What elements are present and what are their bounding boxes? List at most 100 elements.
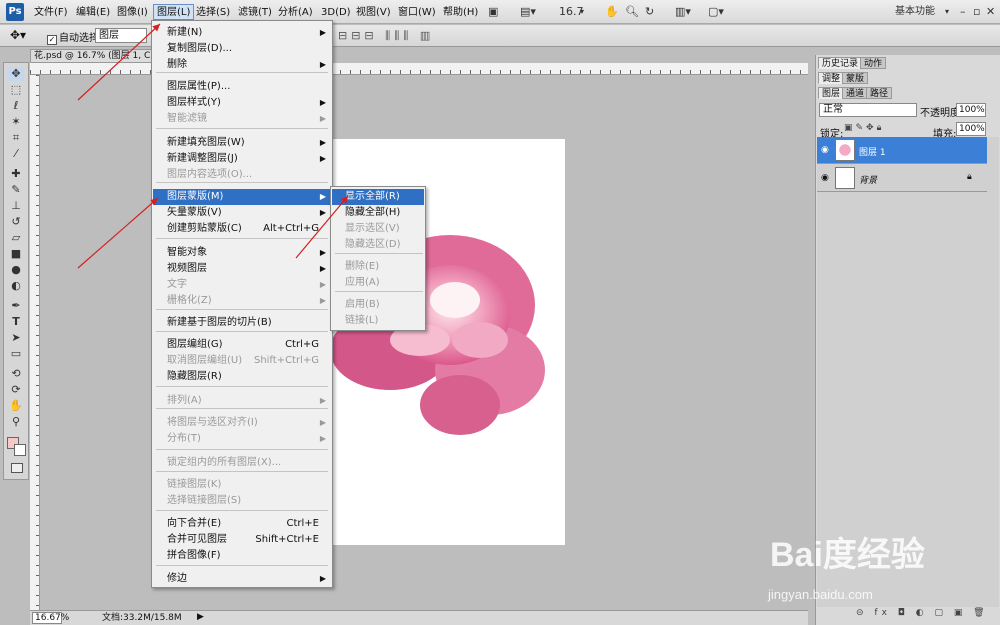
layer-menu-item[interactable]: 修边 ▶ (153, 571, 331, 587)
menu-item-label: 图层属性(P)... (167, 81, 231, 92)
layer-name[interactable]: 图层 1 (859, 145, 886, 158)
menu-view[interactable]: 视图(V) (353, 5, 394, 21)
submenu-arrow-icon: ▶ (319, 98, 326, 107)
arrange-documents-icon[interactable]: ▥▾ (675, 4, 691, 20)
auto-select-checkbox[interactable]: ✓ (47, 35, 57, 45)
layer-menu-item[interactable]: 向下合并(E) Ctrl+E (153, 516, 331, 532)
move-tool-preset-icon[interactable]: ✥▾ (10, 28, 26, 42)
eyedropper-tool-icon[interactable]: ⁄ (8, 147, 24, 161)
clone-stamp-tool-icon[interactable]: ⊥ (8, 199, 24, 213)
auto-select-target-select[interactable]: 图层 (95, 28, 147, 43)
menu-help[interactable]: 帮助(H) (440, 5, 481, 21)
shape-tool-icon[interactable]: ▭ (8, 347, 24, 361)
layer-menu-item[interactable]: 智能对象 ▶ (153, 245, 331, 261)
menu-3d[interactable]: 3D(D) (318, 5, 354, 21)
zoom-tool-icon[interactable]: 🔍︎ (625, 4, 639, 20)
layer-menu-item[interactable]: 拼合图像(F) (153, 548, 331, 564)
mask-submenu-item[interactable]: 显示全部(R) (332, 189, 424, 205)
history-brush-tool-icon[interactable]: ↺ (8, 215, 24, 229)
hand-tool-icon[interactable]: ✋ (8, 399, 24, 413)
tab-masks[interactable]: 蒙版 (842, 72, 869, 84)
brush-tool-icon[interactable]: ✎ (8, 183, 24, 197)
crop-tool-icon[interactable]: ⌗ (8, 131, 24, 145)
hand-tool-icon[interactable]: ✋ (605, 4, 619, 20)
minimize-icon[interactable]: – (960, 4, 966, 20)
menu-item-label: 排列(A) (167, 395, 202, 406)
zoom-field[interactable]: 16.67% (32, 612, 69, 624)
layer-menu-item[interactable]: 新建填充图层(W) ▶ (153, 135, 331, 151)
visibility-eye-icon[interactable]: ◉ (821, 145, 831, 155)
layer-menu-item[interactable]: 图层蒙版(M) ▶ (153, 189, 331, 205)
document-tab[interactable]: 花.psd @ 16.7% (图层 1, CMYK/8) (30, 49, 155, 63)
menu-analysis[interactable]: 分析(A) (275, 5, 316, 21)
layer-menu-item[interactable]: 创建剪贴蒙版(C) Alt+Ctrl+G (153, 221, 331, 237)
healing-brush-tool-icon[interactable]: ✚ (8, 167, 24, 181)
layer-menu-item[interactable]: 隐藏图层(R) (153, 369, 331, 385)
view-extras-icon[interactable]: ▤▾ (520, 4, 536, 20)
menu-image[interactable]: 图像(I) (114, 5, 151, 21)
move-tool-icon[interactable]: ✥ (8, 67, 24, 81)
tab-actions[interactable]: 动作 (860, 57, 887, 69)
menu-item-label: 栅格化(Z) (167, 295, 212, 306)
pen-tool-icon[interactable]: ✒ (8, 299, 24, 313)
3d-orbit-tool-icon[interactable]: ⟳ (8, 383, 24, 397)
quick-mask-icon[interactable] (11, 463, 23, 473)
layer-menu-item[interactable]: 新建调整图层(J) ▶ (153, 151, 331, 167)
menu-file[interactable]: 文件(F) (31, 5, 71, 21)
magic-wand-tool-icon[interactable]: ✶ (8, 115, 24, 129)
eraser-tool-icon[interactable]: ▱ (8, 231, 24, 245)
layer-menu-item[interactable]: 删除 ▶ (153, 57, 331, 73)
workspace-switcher[interactable]: 基本功能 (895, 4, 935, 20)
dodge-tool-icon[interactable]: ◐ (8, 279, 24, 293)
blend-mode-select[interactable]: 正常 (819, 103, 917, 117)
menu-filter[interactable]: 滤镜(T) (235, 5, 275, 21)
type-tool-icon[interactable]: T (8, 315, 24, 329)
layer-menu-item[interactable]: 图层属性(P)... (153, 79, 331, 95)
layer-row-layer1[interactable]: ◉ 图层 1 (817, 137, 987, 164)
bridge-icon[interactable]: ▣ (488, 4, 498, 20)
status-menu-arrow-icon[interactable]: ▶ (197, 612, 204, 622)
menu-select[interactable]: 选择(S) (193, 5, 233, 21)
workspace-dropdown-icon[interactable]: ▾ (945, 4, 949, 20)
align-distribute-icons[interactable]: ⊟⊟⊟ ⫼⫼⫼ ▥ (338, 29, 434, 43)
mask-submenu-item: 启用(B) (345, 299, 380, 310)
visibility-eye-icon[interactable]: ◉ (821, 173, 831, 183)
layer-menu-item[interactable]: 图层编组(G) Ctrl+G (153, 337, 331, 353)
tab-channels[interactable]: 通道 (842, 87, 869, 99)
layer-menu-item[interactable]: 图层样式(Y) ▶ (153, 95, 331, 111)
close-icon[interactable]: ✕ (986, 4, 995, 20)
layer-menu-item[interactable]: 复制图层(D)... (153, 41, 331, 57)
gradient-tool-icon[interactable]: ■ (8, 247, 24, 261)
mask-submenu-item[interactable]: 隐藏全部(H) (332, 205, 424, 221)
menu-window[interactable]: 窗口(W) (395, 5, 439, 21)
layer-row-background[interactable]: ◉ 背景 🔒︎ (817, 165, 987, 192)
screen-mode-icon[interactable]: ▢▾ (708, 4, 724, 20)
opacity-field[interactable]: 100% (956, 103, 986, 117)
lasso-tool-icon[interactable]: ℓ (8, 99, 24, 113)
zoom-tool-icon[interactable]: ⚲ (8, 415, 24, 429)
layer-name[interactable]: 背景 (859, 173, 877, 186)
path-selection-tool-icon[interactable]: ➤ (8, 331, 24, 345)
layer-menu-item[interactable]: 新建基于图层的切片(B) (153, 315, 331, 331)
layer-menu-item[interactable]: 合并可见图层 Shift+Ctrl+E (153, 532, 331, 548)
menu-separator (156, 565, 328, 566)
background-color-swatch[interactable] (14, 444, 26, 456)
rotate-view-icon[interactable]: ↻ (645, 4, 654, 20)
zoom-dropdown-icon[interactable]: ▾ (580, 4, 584, 20)
marquee-tool-icon[interactable]: ⬚ (8, 83, 24, 97)
tab-paths[interactable]: 路径 (866, 87, 893, 99)
3d-rotate-tool-icon[interactable]: ⟲ (8, 367, 24, 381)
tab-adjustments[interactable]: 调整 (818, 72, 845, 84)
blur-tool-icon[interactable]: ● (8, 263, 24, 277)
layer-menu-item[interactable]: 矢量蒙版(V) ▶ (153, 205, 331, 221)
fill-field[interactable]: 100% (956, 122, 986, 136)
menu-layer[interactable]: 图层(L) (153, 4, 195, 20)
menu-edit[interactable]: 编辑(E) (73, 5, 113, 21)
tab-layers[interactable]: 图层 (818, 87, 845, 99)
watermark-logo: Bai度经验 (770, 536, 925, 574)
layer-menu-item[interactable]: 视频图层 ▶ (153, 261, 331, 277)
layer-menu-item[interactable]: 新建(N) ▶ (153, 25, 331, 41)
tab-history[interactable]: 历史记录 (818, 57, 863, 69)
lock-options-icons[interactable]: ▣✎✥🔒︎ (844, 123, 884, 133)
restore-icon[interactable]: ▫ (973, 4, 980, 20)
